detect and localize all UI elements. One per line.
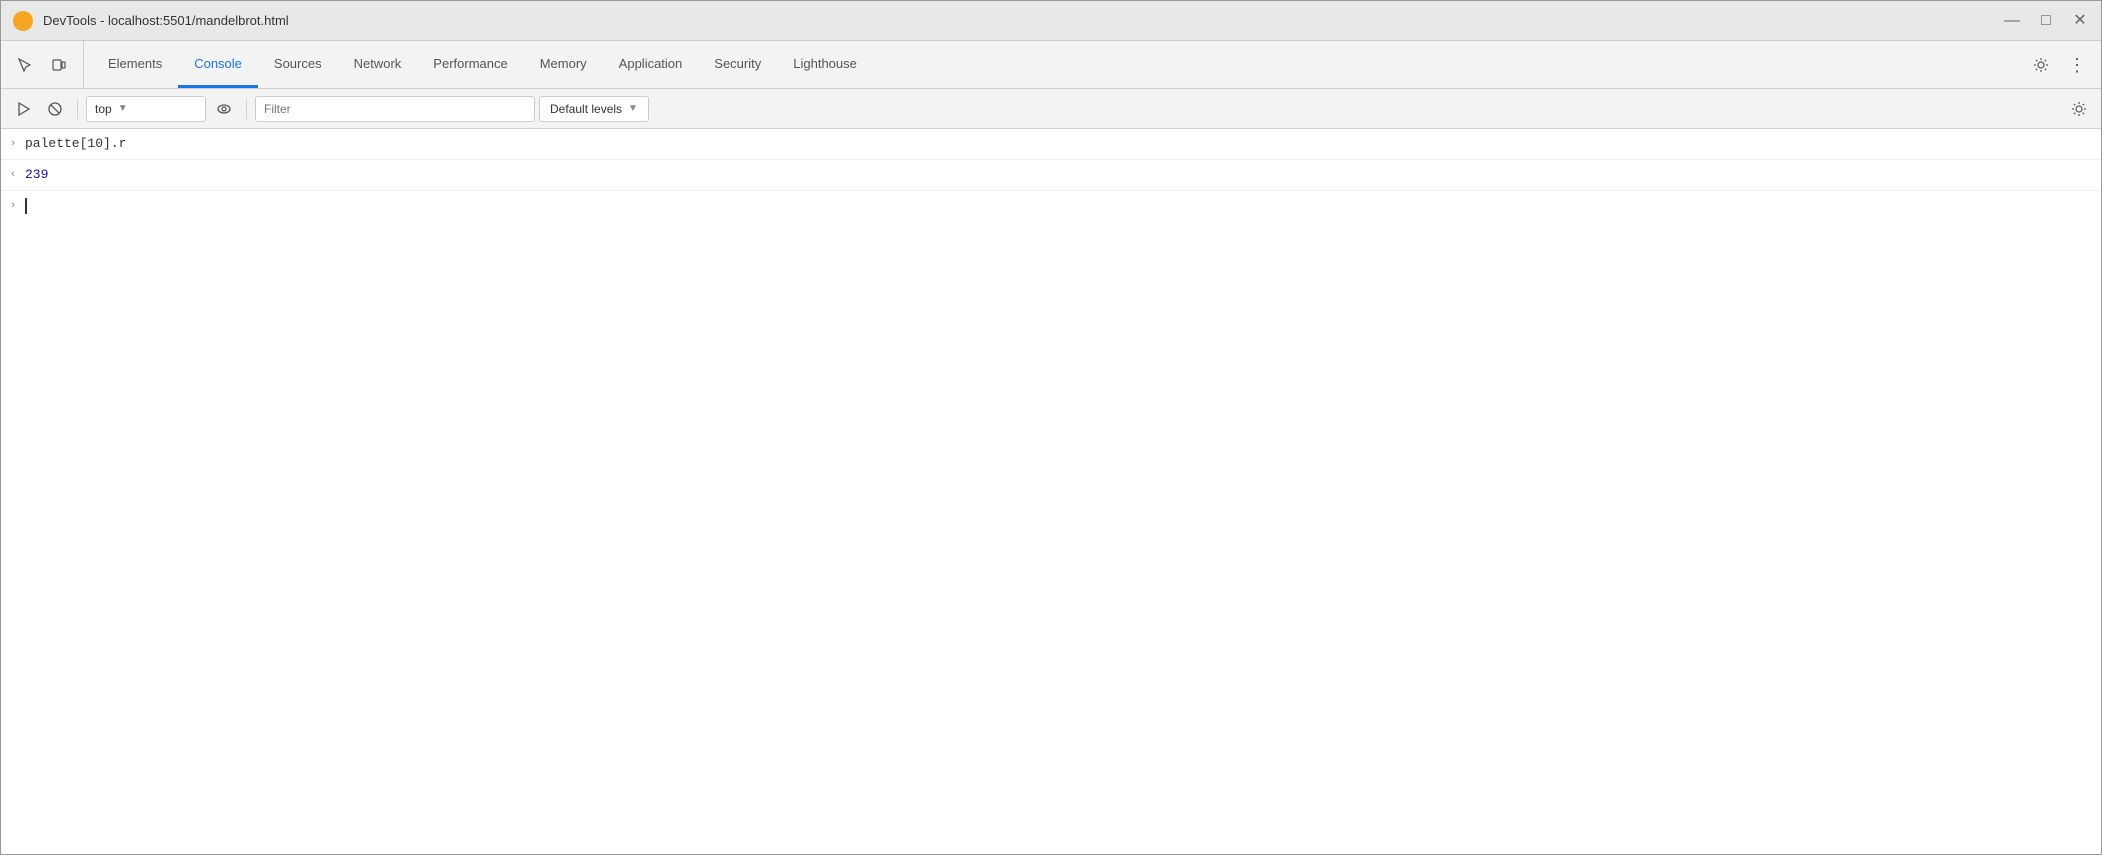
console-gear-icon (2071, 101, 2087, 117)
device-icon (51, 57, 67, 73)
devtools-window: DevTools - localhost:5501/mandelbrot.htm… (0, 0, 2102, 855)
play-icon (15, 101, 31, 117)
tab-console[interactable]: Console (178, 41, 258, 88)
input-caret: › (1, 195, 25, 217)
filter-input[interactable] (255, 96, 535, 122)
maximize-button[interactable]: □ (2037, 12, 2055, 30)
console-toolbar: top ▼ Default levels ▼ (1, 89, 2101, 129)
more-options-button[interactable]: ⋮ (2061, 49, 2093, 81)
tab-performance[interactable]: Performance (417, 41, 523, 88)
devtools-icon (13, 11, 33, 31)
context-dropdown-arrow: ▼ (118, 103, 128, 114)
inspect-element-button[interactable] (9, 49, 41, 81)
entry-arrow-result[interactable]: ‹ (1, 164, 25, 186)
toolbar-divider-1 (77, 99, 78, 119)
minimize-button[interactable]: — (2003, 12, 2021, 30)
run-button[interactable] (9, 95, 37, 123)
console-output[interactable]: › palette[10].r ‹ 239 › (1, 129, 2101, 854)
entry-text-result: 239 (25, 164, 2093, 186)
tab-security[interactable]: Security (698, 41, 777, 88)
default-levels-button[interactable]: Default levels ▼ (539, 96, 649, 122)
window-controls: — □ ✕ (2003, 12, 2089, 30)
console-input-line[interactable]: › (1, 191, 2101, 221)
tab-application[interactable]: Application (603, 41, 699, 88)
tab-sources[interactable]: Sources (258, 41, 338, 88)
entry-arrow-input[interactable]: › (1, 133, 25, 155)
console-settings-button[interactable] (2065, 95, 2093, 123)
context-selector[interactable]: top ▼ (86, 96, 206, 122)
toolbar-divider-2 (246, 99, 247, 119)
cursor-icon (17, 57, 33, 73)
title-bar: DevTools - localhost:5501/mandelbrot.htm… (1, 1, 2101, 41)
cursor-blink (25, 198, 27, 214)
tab-lighthouse[interactable]: Lighthouse (777, 41, 873, 88)
window-title: DevTools - localhost:5501/mandelbrot.htm… (43, 13, 2003, 28)
console-entry-result: ‹ 239 (1, 160, 2101, 191)
console-entry-input: › palette[10].r (1, 129, 2101, 160)
eye-button[interactable] (210, 95, 238, 123)
entry-text-input: palette[10].r (25, 133, 2093, 155)
context-value: top (95, 102, 112, 116)
tab-elements[interactable]: Elements (92, 41, 178, 88)
clear-console-button[interactable] (41, 95, 69, 123)
settings-gear-icon (2033, 57, 2049, 73)
nav-tabs: Elements Console Sources Network Perform… (92, 41, 2025, 88)
nav-right-actions: ⋮ (2025, 41, 2093, 88)
tab-network[interactable]: Network (338, 41, 418, 88)
close-button[interactable]: ✕ (2071, 12, 2089, 30)
default-levels-label: Default levels (550, 102, 622, 116)
device-toggle-button[interactable] (43, 49, 75, 81)
settings-button[interactable] (2025, 49, 2057, 81)
eye-icon (216, 101, 232, 117)
block-icon (47, 101, 63, 117)
nav-tools (9, 41, 84, 88)
default-levels-arrow: ▼ (628, 103, 638, 114)
nav-bar: Elements Console Sources Network Perform… (1, 41, 2101, 89)
tab-memory[interactable]: Memory (524, 41, 603, 88)
